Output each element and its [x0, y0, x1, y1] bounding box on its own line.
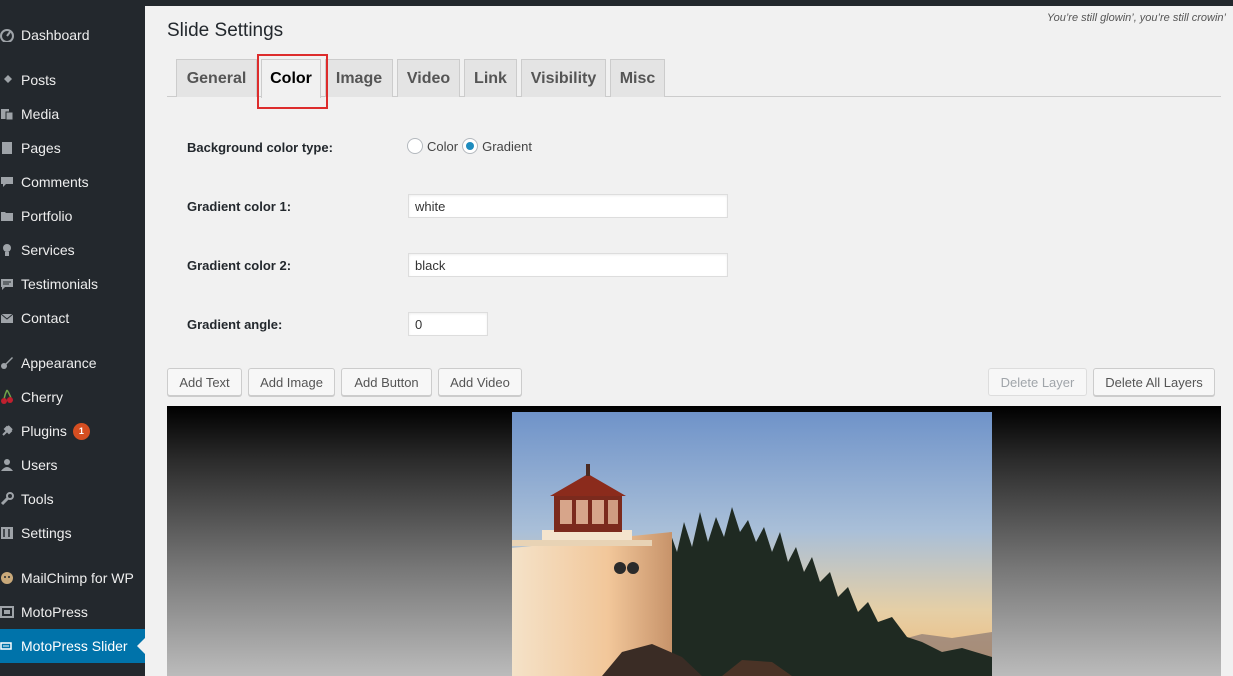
sidebar-item-label: MotoPress Slider [21, 638, 128, 654]
bg-type-gradient-label[interactable]: Gradient [482, 139, 532, 154]
plugins-icon [0, 423, 14, 439]
sidebar-item-label: Tools [21, 491, 54, 507]
settings-icon [0, 525, 14, 541]
sidebar-item-label: Appearance [21, 355, 97, 371]
sidebar-item-label: Pages [21, 140, 61, 156]
sidebar-item-mailchimp[interactable]: MailChimp for WP [0, 561, 145, 595]
sidebar-item-settings[interactable]: Settings [0, 516, 145, 550]
tab-image[interactable]: Image [325, 59, 393, 97]
gradient-color-2-input[interactable] [408, 253, 728, 277]
hello-dolly-tagline: You’re still glowin’, you’re still crowi… [1046, 12, 1226, 24]
sidebar-item-label: MotoPress [21, 604, 88, 620]
sidebar-item-label: Settings [21, 525, 72, 541]
sidebar-item-portfolio[interactable]: Portfolio [0, 199, 145, 233]
slide-preview-canvas[interactable] [167, 406, 1221, 676]
add-text-button[interactable]: Add Text [167, 368, 242, 396]
delete-all-layers-button[interactable]: Delete All Layers [1093, 368, 1215, 396]
paintbrush-icon [0, 355, 14, 371]
portfolio-icon [0, 208, 14, 224]
sidebar-item-label: Portfolio [21, 208, 73, 224]
sidebar-item-services[interactable]: Services [0, 233, 145, 267]
mailchimp-icon [0, 570, 14, 586]
update-count-badge: 1 [72, 422, 90, 440]
wrench-icon [0, 491, 14, 507]
admin-sidebar: Dashboard Posts Media Pages Comments Por… [0, 0, 145, 676]
sidebar-item-label: Contact [21, 310, 70, 326]
sidebar-item-label: Posts [21, 72, 57, 88]
sidebar-item-label: Dashboard [21, 27, 90, 43]
sidebar-item-contact[interactable]: Contact [0, 301, 145, 335]
lightbulb-icon [0, 242, 14, 258]
bg-type-gradient-radio[interactable] [462, 138, 479, 154]
sidebar-item-users[interactable]: Users [0, 448, 145, 482]
bg-type-color-label[interactable]: Color [427, 139, 458, 154]
contact-icon [0, 310, 14, 326]
tab-video[interactable]: Video [397, 59, 460, 97]
cherry-icon [0, 389, 14, 405]
admin-bar [0, 0, 1233, 6]
sidebar-item-plugins[interactable]: Plugins 1 [0, 414, 145, 448]
sidebar-item-testimonials[interactable]: Testimonials [0, 267, 145, 301]
sidebar-item-tools[interactable]: Tools [0, 482, 145, 516]
page-title: Slide Settings [167, 20, 284, 41]
motopress-icon [0, 604, 14, 620]
sidebar-item-label: Users [21, 457, 58, 473]
tab-visibility[interactable]: Visibility [521, 59, 606, 97]
sidebar-item-label: Comments [21, 174, 89, 190]
tab-highlight-box [257, 54, 328, 109]
dashboard-icon [0, 27, 14, 43]
bg-type-radio-group: Color Gradient [407, 138, 536, 154]
sidebar-item-label: MailChimp for WP [21, 570, 134, 586]
testimonial-icon [0, 276, 14, 292]
gradient-color-2-label: Gradient color 2: [187, 258, 292, 273]
add-video-button[interactable]: Add Video [438, 368, 522, 396]
tab-general[interactable]: General [176, 59, 257, 97]
sidebar-item-label: Services [21, 242, 75, 258]
tab-misc[interactable]: Misc [610, 59, 665, 97]
delete-layer-button[interactable]: Delete Layer [988, 368, 1087, 396]
sidebar-item-appearance[interactable]: Appearance [0, 346, 145, 380]
users-icon [0, 457, 14, 473]
gradient-color-1-label: Gradient color 1: [187, 199, 292, 214]
sidebar-item-pages[interactable]: Pages [0, 131, 145, 165]
media-icon [0, 106, 14, 122]
comments-icon [0, 174, 14, 190]
gradient-color-1-input[interactable] [408, 194, 728, 218]
pin-icon [0, 72, 14, 88]
add-button-button[interactable]: Add Button [341, 368, 432, 396]
sidebar-item-label: Testimonials [21, 276, 99, 292]
sidebar-item-label: Plugins [21, 423, 67, 439]
sidebar-item-dashboard[interactable]: Dashboard [0, 18, 145, 52]
sidebar-item-cherry[interactable]: Cherry [0, 380, 145, 414]
sidebar-item-media[interactable]: Media [0, 97, 145, 131]
sidebar-item-comments[interactable]: Comments [0, 165, 145, 199]
sidebar-item-motopress-slider[interactable]: MotoPress Slider [0, 629, 145, 663]
sidebar-item-posts[interactable]: Posts [0, 63, 145, 97]
gradient-angle-input[interactable] [408, 312, 488, 336]
add-image-button[interactable]: Add Image [248, 368, 335, 396]
sidebar-item-label: Cherry [21, 389, 64, 405]
slide-background-image [512, 412, 992, 676]
slider-icon [0, 638, 14, 654]
sidebar-item-label: Media [21, 106, 60, 122]
pages-icon [0, 140, 14, 156]
bg-type-color-radio[interactable] [407, 138, 423, 154]
sidebar-item-motopress[interactable]: MotoPress [0, 595, 145, 629]
gradient-angle-label: Gradient angle: [187, 317, 283, 332]
bg-type-label: Background color type: [187, 140, 333, 155]
tab-link[interactable]: Link [464, 59, 517, 97]
